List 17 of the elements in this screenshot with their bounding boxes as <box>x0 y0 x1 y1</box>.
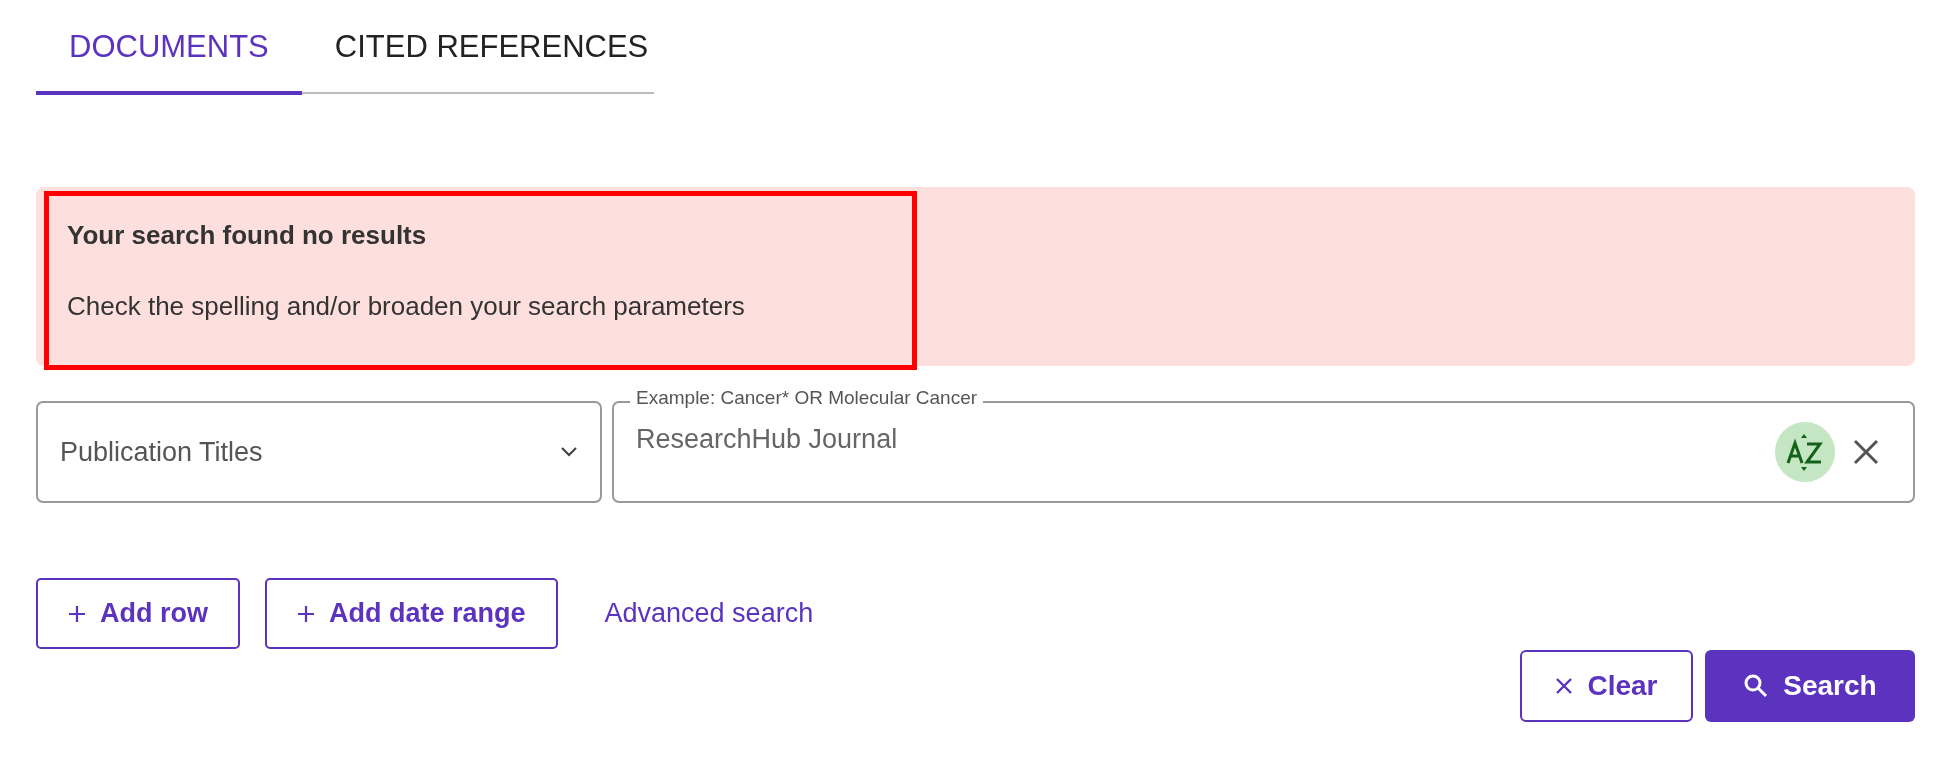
alert-title: Your search found no results <box>67 220 428 251</box>
advanced-search-link[interactable]: Advanced search <box>604 598 814 629</box>
add-button[interactable]: Add row <box>36 578 240 649</box>
clear-button[interactable]: Clear <box>1520 650 1693 722</box>
close-icon[interactable] <box>1853 439 1879 465</box>
chevron-down-icon <box>560 446 578 458</box>
plus-icon <box>68 604 86 623</box>
search-button[interactable]: Search <box>1705 650 1915 722</box>
tab[interactable]: DOCUMENTS <box>36 22 302 95</box>
plus-icon <box>297 604 315 623</box>
field-dropdown[interactable]: Publication Titles <box>36 401 602 503</box>
search-icon <box>1743 673 1770 699</box>
tab[interactable]: CITED REFERENCES <box>301 22 682 95</box>
close-icon <box>1555 677 1574 695</box>
add-button[interactable]: Add date range <box>265 578 558 649</box>
alert-message: Check the spelling and/or broaden your search parameters <box>67 291 746 322</box>
sort-az-icon[interactable] <box>1775 422 1835 482</box>
